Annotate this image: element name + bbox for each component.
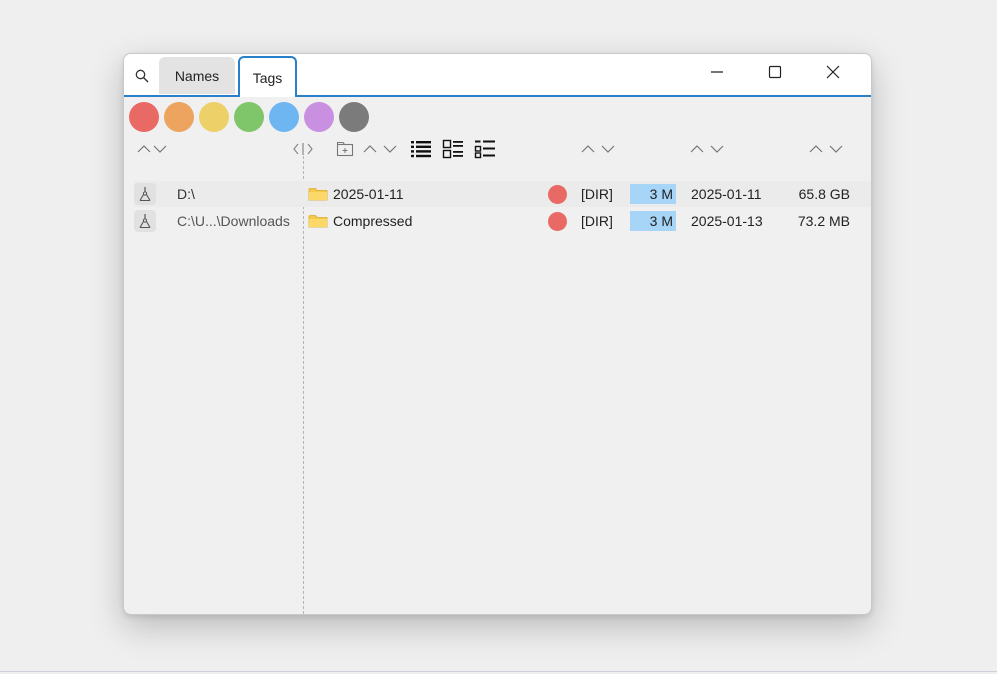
chevron-down-icon xyxy=(383,145,397,153)
new-folder-icon xyxy=(336,141,354,157)
detail-view-button[interactable] xyxy=(442,139,464,159)
sort-asc-date[interactable] xyxy=(689,141,705,157)
chevron-down-icon xyxy=(710,145,724,153)
table-row[interactable]: C:\U...\Downloads Compressed [DIR] 3 M 2… xyxy=(134,208,871,234)
new-folder-button[interactable] xyxy=(336,140,354,158)
tab-tags-label: Tags xyxy=(252,69,283,86)
maximize-icon xyxy=(768,65,782,79)
tag-color-green[interactable] xyxy=(234,102,264,132)
chevron-down-icon xyxy=(829,145,843,153)
list-view-button[interactable] xyxy=(410,139,432,159)
sort-desc-name[interactable] xyxy=(382,141,398,157)
row-name[interactable]: 2025-01-11 xyxy=(333,181,404,207)
sort-desc-location[interactable] xyxy=(152,141,168,157)
search-button[interactable] xyxy=(130,64,154,88)
chevron-up-icon xyxy=(809,145,823,153)
name-toolbar xyxy=(336,139,496,159)
chevron-up-icon xyxy=(363,145,377,153)
detail-view-icon xyxy=(442,139,463,159)
sort-size xyxy=(808,140,844,158)
tag-color-purple[interactable] xyxy=(304,102,334,132)
close-button[interactable] xyxy=(810,60,856,84)
title-bar: Names Tags xyxy=(124,54,871,97)
tab-names[interactable]: Names xyxy=(159,57,235,94)
row-location: C:\U...\Downloads xyxy=(177,213,290,229)
row-size: 65.8 GB xyxy=(798,186,850,202)
checklist-view-icon xyxy=(474,140,495,159)
chevron-up-icon xyxy=(581,145,595,153)
chevron-down-icon xyxy=(601,145,615,153)
maximize-button[interactable] xyxy=(752,60,798,84)
row-size: 73.2 MB xyxy=(797,213,850,229)
row-count: 3 M xyxy=(630,211,676,231)
sort-asc-name[interactable] xyxy=(362,141,378,157)
row-date: 2025-01-11 xyxy=(691,186,762,202)
sort-desc-date[interactable] xyxy=(709,141,725,157)
close-icon xyxy=(826,65,840,79)
folder-icon xyxy=(308,181,328,207)
tag-color-blue[interactable] xyxy=(269,102,299,132)
sort-desc-type[interactable] xyxy=(600,141,616,157)
row-tag-color[interactable] xyxy=(548,181,568,207)
search-icon xyxy=(135,69,149,83)
sort-asc-location[interactable] xyxy=(136,141,152,157)
tag-color-yellow[interactable] xyxy=(199,102,229,132)
list-view-icon xyxy=(411,141,431,158)
row-tag-color[interactable] xyxy=(548,208,568,234)
drive-button[interactable] xyxy=(134,183,156,205)
chevron-up-icon xyxy=(690,145,704,153)
drive-icon xyxy=(139,187,151,202)
tag-color-orange[interactable] xyxy=(164,102,194,132)
row-name[interactable]: Compressed xyxy=(333,208,412,234)
row-date: 2025-01-13 xyxy=(691,213,763,229)
checklist-view-button[interactable] xyxy=(474,139,496,159)
desktop-edge-line xyxy=(0,671,997,672)
folder-icon xyxy=(308,208,328,234)
sort-asc-type[interactable] xyxy=(580,141,596,157)
table-row[interactable]: D:\ 2025-01-11 [DIR] 3 M 2025-01-11 65.8… xyxy=(134,181,871,207)
chevron-down-icon xyxy=(153,145,167,153)
drive-button[interactable] xyxy=(134,210,156,232)
tag-color-gray[interactable] xyxy=(339,102,369,132)
minimize-button[interactable] xyxy=(694,60,740,84)
row-type: [DIR] xyxy=(581,213,613,229)
minimize-icon xyxy=(711,71,723,73)
chevron-up-icon xyxy=(137,145,151,153)
tab-tags[interactable]: Tags xyxy=(238,56,297,97)
row-location: D:\ xyxy=(177,186,195,202)
tag-color-palette xyxy=(129,102,374,132)
tab-names-label: Names xyxy=(174,67,220,84)
sort-location xyxy=(136,140,168,158)
tag-color-red[interactable] xyxy=(129,102,159,132)
sort-desc-size[interactable] xyxy=(828,141,844,157)
app-window: Names Tags D:\ 2025-01-11 [DIR] 3 M 2025… xyxy=(123,53,872,615)
sort-type xyxy=(580,140,616,158)
row-count: 3 M xyxy=(630,184,676,204)
row-type: [DIR] xyxy=(581,186,613,202)
sort-asc-size[interactable] xyxy=(808,141,824,157)
sort-date xyxy=(689,140,725,158)
drive-icon xyxy=(139,214,151,229)
